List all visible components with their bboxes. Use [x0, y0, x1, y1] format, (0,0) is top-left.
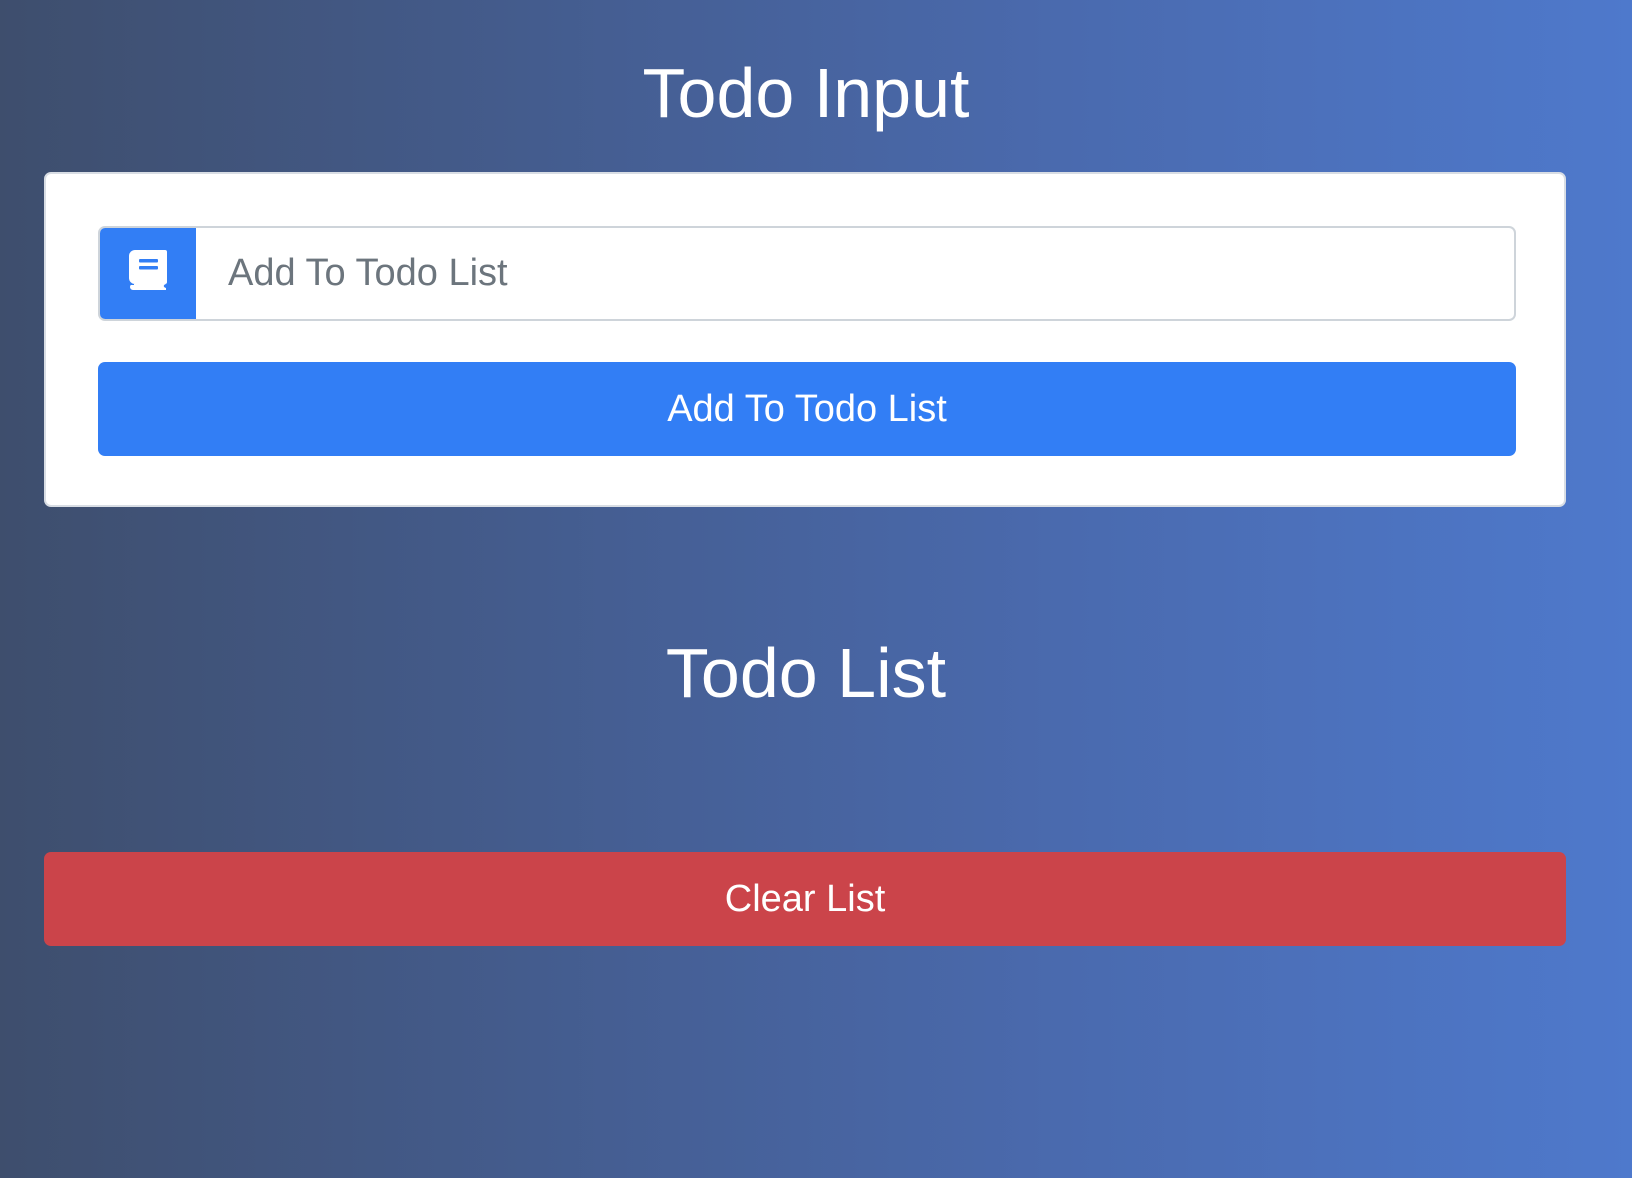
todo-list: [44, 740, 1566, 820]
book-icon-container: [100, 228, 196, 319]
add-todo-button[interactable]: Add To Todo List: [98, 362, 1516, 456]
todo-list-heading: Todo List: [665, 634, 947, 712]
book-icon: [128, 249, 168, 298]
todo-input-field[interactable]: [196, 228, 1514, 319]
clear-list-button[interactable]: Clear List: [44, 852, 1566, 946]
todo-input-group: [98, 226, 1516, 321]
todo-input-heading: Todo Input: [642, 54, 970, 132]
todo-input-card: Add To Todo List: [44, 172, 1566, 507]
